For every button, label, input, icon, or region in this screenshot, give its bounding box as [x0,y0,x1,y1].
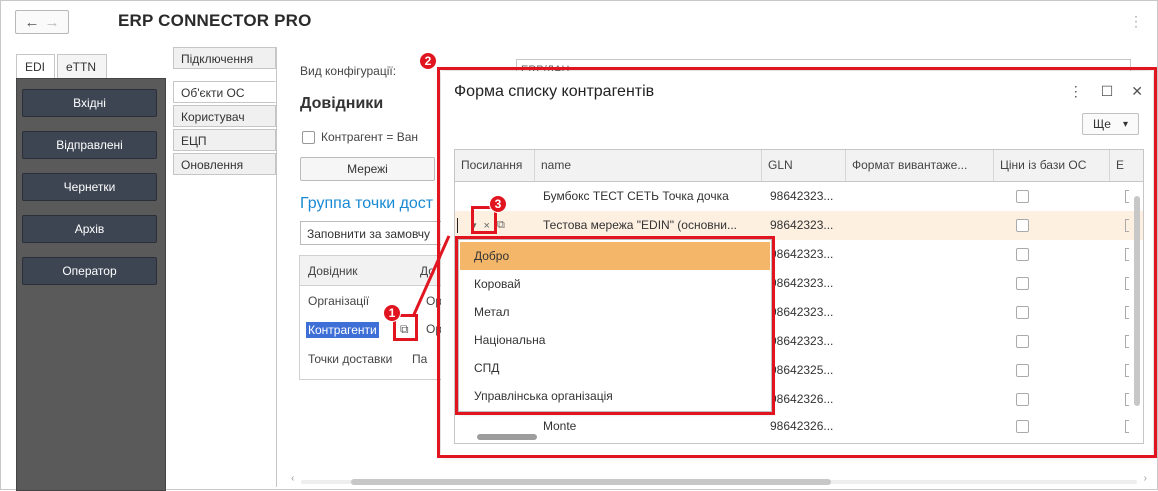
scroll-thumb[interactable] [351,479,831,485]
app-menu-icon[interactable]: ⋮ [1129,13,1143,30]
directory-row-delivery-points[interactable]: Точки доставки [308,352,392,366]
tab-ettn[interactable]: eTTN [57,54,107,79]
fill-default-button[interactable]: Заповнити за замовчу [300,221,445,245]
main-horizontal-scrollbar[interactable]: ‹ › [291,473,1147,486]
tab-os-objects[interactable]: Об'єкти ОС [173,81,276,103]
left-nav-panel: Вхідні Відправлені Чернетки Архів Операт… [16,78,166,491]
directories-table: Довідник До Організації Ор Контрагенти ⧉… [299,255,449,380]
column-header-directory: Довідник [308,264,358,278]
scroll-left-icon[interactable]: ‹ [291,473,294,484]
scroll-right-icon[interactable]: › [1144,473,1147,484]
forward-arrow-icon[interactable]: → [45,14,60,31]
directory-row-contractors[interactable]: Контрагенти [306,322,379,338]
nav-sent-button[interactable]: Відправлені [22,131,157,159]
annotation-badge-3: 3 [489,195,507,213]
annotation-badge-2: 2 [419,52,437,70]
nav-drafts-button[interactable]: Чернетки [22,173,157,201]
networks-button[interactable]: Мережі [300,157,435,181]
delivery-group-heading: Группа точки дост [300,195,434,212]
contractor-check-label: Контрагент = Ван [321,130,419,144]
nav-archive-button[interactable]: Архів [22,215,157,243]
tab-user[interactable]: Користувач [173,105,276,127]
app-title: ERP CONNECTOR PRO [118,11,312,30]
back-arrow-icon[interactable]: ← [25,14,40,31]
config-type-label: Вид конфігурації: [300,64,397,78]
nav-incoming-button[interactable]: Вхідні [22,89,157,117]
directories-heading: Довідники [300,95,384,112]
tab-connection[interactable]: Підключення [173,47,276,69]
app-window: ← → ERP CONNECTOR PRO ⋮ EDI eTTN Вхідні … [0,0,1158,491]
directory-row-delivery-points-value: Па [412,352,428,366]
history-nav[interactable]: ← → [15,10,69,34]
nav-operator-button[interactable]: Оператор [22,257,157,285]
divider [276,47,277,487]
directory-row-organizations[interactable]: Організації [308,294,369,308]
tab-updates[interactable]: Оновлення [173,153,276,175]
tab-ecp[interactable]: ЕЦП [173,129,276,151]
contractor-checkbox[interactable] [302,131,315,144]
tab-edi[interactable]: EDI [16,54,55,79]
annotation-box-dropdown [455,236,775,415]
annotation-badge-1: 1 [383,304,401,322]
